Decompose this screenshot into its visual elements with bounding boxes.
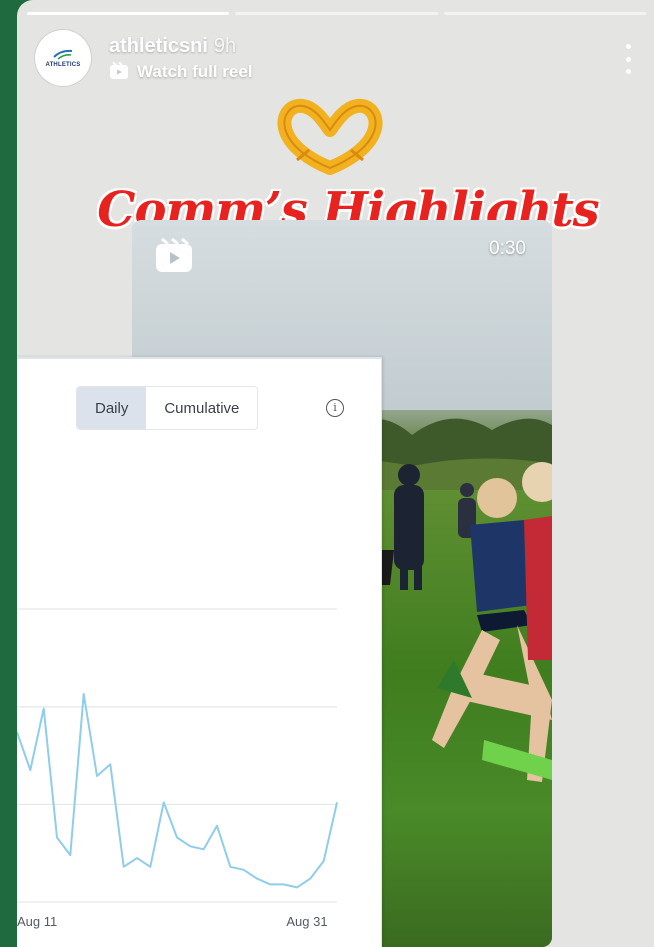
reel-duration: 0:30 <box>489 238 526 259</box>
avatar-logo-text: ATHLETICS <box>45 62 81 68</box>
reels-icon <box>110 62 128 80</box>
username[interactable]: athleticsni <box>109 35 208 57</box>
x-tick-label: Aug 31 <box>286 914 327 929</box>
watch-full-reel-link[interactable]: Watch full reel <box>109 62 253 82</box>
reel-badge-icon <box>156 238 192 272</box>
post-time: 9h <box>213 34 237 57</box>
progress-segment <box>27 12 230 15</box>
line-chart: Aug 11 Aug 31 <box>17 608 338 929</box>
x-tick-label: Aug 11 <box>17 914 57 929</box>
heart-hands-emoji-icon <box>277 98 383 175</box>
athletics-logo-icon <box>53 49 73 60</box>
instagram-story[interactable]: ATHLETICS athleticsni 9h Watch full reel … <box>17 0 654 947</box>
progress-segment <box>235 12 438 15</box>
story-header: ATHLETICS athleticsni 9h Watch full reel <box>35 30 253 86</box>
progress-segment <box>443 12 646 15</box>
more-options-icon[interactable] <box>624 44 632 74</box>
series-line <box>17 693 338 889</box>
analytics-chart-card: Daily Cumulative i Aug 11 Aug 31 <box>17 357 382 947</box>
story-progress-bar <box>27 12 646 16</box>
avatar[interactable]: ATHLETICS <box>35 30 91 86</box>
watch-full-reel-label: Watch full reel <box>137 61 253 81</box>
